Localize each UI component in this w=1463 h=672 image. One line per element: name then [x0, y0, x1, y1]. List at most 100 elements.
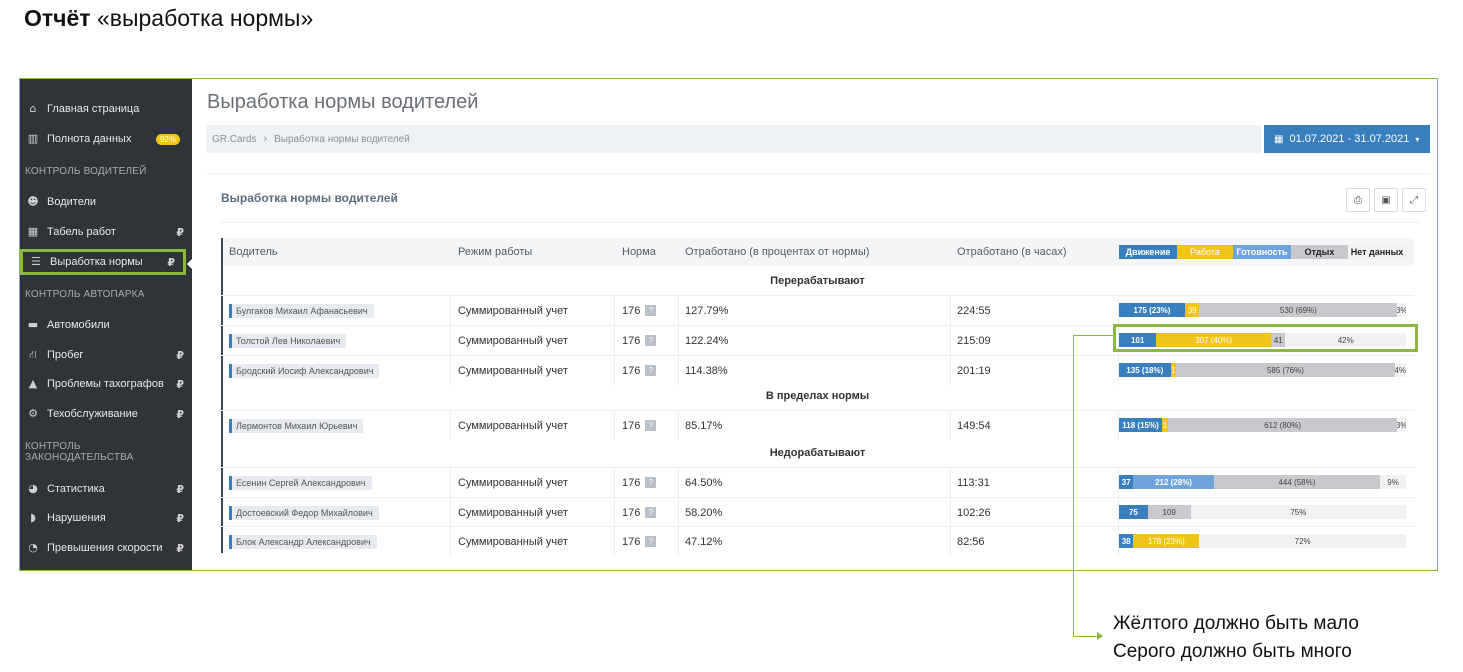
- sidebar-item-label: Техобслуживание: [47, 408, 138, 420]
- column-divider: [450, 326, 451, 355]
- norm-value: 176: [622, 506, 641, 519]
- bar-segment-none[interactable]: 9%: [1380, 475, 1406, 489]
- breadcrumb-separator-icon: ›: [263, 133, 268, 145]
- print-button[interactable]: ⎙: [1346, 188, 1370, 212]
- sidebar-item-label: Превышения скорости: [47, 542, 163, 554]
- table-row[interactable]: Лермонтов Михаил Юрьевич Суммированный уч…: [221, 410, 1414, 440]
- help-icon[interactable]: ?: [645, 536, 657, 547]
- group-header: Недорабатывают: [769, 446, 866, 459]
- col-header-driver[interactable]: Водитель: [229, 238, 278, 266]
- bar-segment-rest[interactable]: 109: [1147, 505, 1191, 519]
- bar-segment-drive[interactable]: 118 (15%): [1119, 418, 1163, 432]
- bar-segment-rest[interactable]: 444 (58%): [1213, 475, 1381, 489]
- help-icon[interactable]: ?: [645, 477, 657, 488]
- sidebar-item-timesheet[interactable]: ▦ Табель работ ₽: [20, 219, 192, 245]
- driver-cell: Булгаков Михаил Афанасьевич: [229, 296, 374, 325]
- column-divider: [678, 468, 679, 497]
- driver-name[interactable]: Булгаков Михаил Афанасьевич: [229, 303, 374, 318]
- column-divider: [950, 296, 951, 325]
- sidebar-item-speeding[interactable]: ◔ Превышения скорости ₽: [20, 535, 192, 561]
- driver-name[interactable]: Есенин Сергей Александрович: [229, 475, 372, 490]
- bar-segment-none[interactable]: 75%: [1190, 505, 1406, 519]
- sidebar-item-violations[interactable]: ◗ Нарушения ₽: [20, 505, 192, 531]
- activity-bar: 135 (18%) 1 585 (76%) 4%: [1119, 363, 1406, 377]
- column-divider: [450, 527, 451, 556]
- bar-segment-rest[interactable]: 612 (80%): [1167, 418, 1398, 432]
- help-icon[interactable]: ?: [645, 305, 657, 316]
- sidebar-item-drivers[interactable]: ☻ Водители: [20, 189, 192, 215]
- col-header-mode[interactable]: Режим работы: [458, 238, 532, 266]
- column-divider: [614, 468, 615, 497]
- table-row[interactable]: Достоевский Федор Михайлович Суммированны…: [221, 497, 1414, 527]
- column-divider: [678, 527, 679, 556]
- help-icon[interactable]: ?: [645, 365, 657, 376]
- sidebar-item-data-completeness[interactable]: ▥ Полнота данных 92%: [20, 126, 192, 152]
- callout-connector: [1073, 335, 1114, 336]
- ruble-icon: ₽: [167, 255, 175, 269]
- sidebar-item-norm-output[interactable]: ☰ Выработка нормы ₽: [20, 249, 193, 275]
- legend-ready: Готовность: [1233, 245, 1291, 259]
- fullscreen-icon: ⤢: [1410, 194, 1418, 206]
- ruble-icon: ₽: [176, 348, 184, 362]
- sidebar-item-statistics[interactable]: ◕ Статистика ₽: [20, 476, 192, 502]
- table-row[interactable]: Булгаков Михаил Афанасьевич Суммированный…: [221, 295, 1414, 325]
- table-row[interactable]: Есенин Сергей Александрович Суммированный…: [221, 467, 1414, 497]
- sidebar-item-vehicles[interactable]: ▬ Автомобили: [20, 312, 192, 338]
- activity-bar: 38 178 (23%) 72%: [1119, 534, 1406, 548]
- bar-segment-drive[interactable]: 135 (18%): [1119, 363, 1171, 377]
- sidebar-item-label: Водители: [47, 196, 97, 208]
- fullscreen-button[interactable]: ⤢: [1402, 188, 1426, 212]
- bar-segment-drive[interactable]: 75: [1119, 505, 1148, 519]
- col-header-hours[interactable]: Отработано (в часах): [957, 238, 1066, 266]
- bar-segment-none[interactable]: 4%: [1394, 363, 1406, 377]
- activity-bar: 118 (15%)1612 (80%)3%: [1119, 418, 1406, 432]
- breadcrumb-home-link[interactable]: GR.Cards: [212, 134, 256, 145]
- hours-cell: 149:54: [957, 419, 991, 432]
- sidebar-item-tachograph-problems[interactable]: ▲ Проблемы тахографов ₽: [20, 371, 192, 397]
- driver-name[interactable]: Толстой Лев Николаевич: [229, 333, 347, 348]
- date-range-picker[interactable]: ▦ 01.07.2021 - 31.07.2021 ▾: [1264, 125, 1430, 153]
- pct-cell: 64.50%: [685, 476, 723, 489]
- export-button[interactable]: ▣: [1374, 188, 1398, 212]
- gears-icon: ⚙: [28, 407, 38, 420]
- page-title: Выработка нормы водителей: [207, 91, 479, 113]
- bar-segment-none[interactable]: 72%: [1199, 534, 1406, 548]
- sidebar-item-home[interactable]: ⌂ Главная страница: [20, 96, 192, 122]
- group-header: Перерабатывают: [770, 274, 865, 287]
- note-yellow: Жёлтого должно быть мало: [1113, 613, 1359, 634]
- column-divider: [950, 326, 951, 355]
- help-icon[interactable]: ?: [645, 335, 657, 346]
- bar-segment-rest[interactable]: 530 (69%): [1199, 303, 1398, 317]
- bar-segment-work[interactable]: 39: [1185, 303, 1200, 317]
- hours-cell: 102:26: [957, 506, 991, 519]
- norm-value: 176: [622, 535, 641, 548]
- hours-cell: 215:09: [957, 334, 991, 347]
- driver-name[interactable]: Лермонтов Михаил Юрьевич: [229, 418, 364, 433]
- bar-segment-rest[interactable]: 585 (76%): [1176, 363, 1395, 377]
- driver-name[interactable]: Блок Александр Александрович: [229, 534, 377, 549]
- help-icon[interactable]: ?: [645, 507, 657, 518]
- norm-cell: 176?: [622, 296, 657, 325]
- bar-segment-ready[interactable]: 212 (28%): [1133, 475, 1214, 489]
- table-row[interactable]: Блок Александр Александрович Суммированны…: [221, 526, 1414, 556]
- pct-cell: 122.24%: [685, 334, 729, 347]
- bar-segment-work[interactable]: 178 (23%): [1133, 534, 1200, 548]
- bar-segment-none[interactable]: 3%: [1397, 303, 1406, 317]
- calendar-icon: ▦: [1274, 133, 1284, 145]
- col-header-norm[interactable]: Норма: [622, 238, 656, 266]
- driver-name[interactable]: Достоевский Федор Михайлович: [229, 505, 379, 520]
- hours-cell: 113:31: [957, 476, 990, 489]
- column-divider: [450, 296, 451, 325]
- sidebar-item-maintenance[interactable]: ⚙ Техобслуживание ₽: [20, 401, 192, 427]
- bar-segment-drive[interactable]: 37: [1119, 475, 1134, 489]
- col-header-pct[interactable]: Отработано (в процентах от нормы): [685, 238, 869, 266]
- slide-title-rest: «выработка нормы»: [90, 5, 314, 31]
- help-icon[interactable]: ?: [645, 420, 657, 431]
- driver-name[interactable]: Бродский Иосиф Александрович: [229, 363, 380, 378]
- column-divider: [614, 527, 615, 556]
- bar-segment-none[interactable]: 3%: [1397, 418, 1406, 432]
- bar-segment-drive[interactable]: 38: [1119, 534, 1134, 548]
- bar-segment-drive[interactable]: 175 (23%): [1119, 303, 1185, 317]
- activity-bar: 37 212 (28%) 444 (58%) 9%: [1119, 475, 1406, 489]
- sidebar-item-mileage[interactable]: ⛙ Пробег ₽: [20, 342, 192, 368]
